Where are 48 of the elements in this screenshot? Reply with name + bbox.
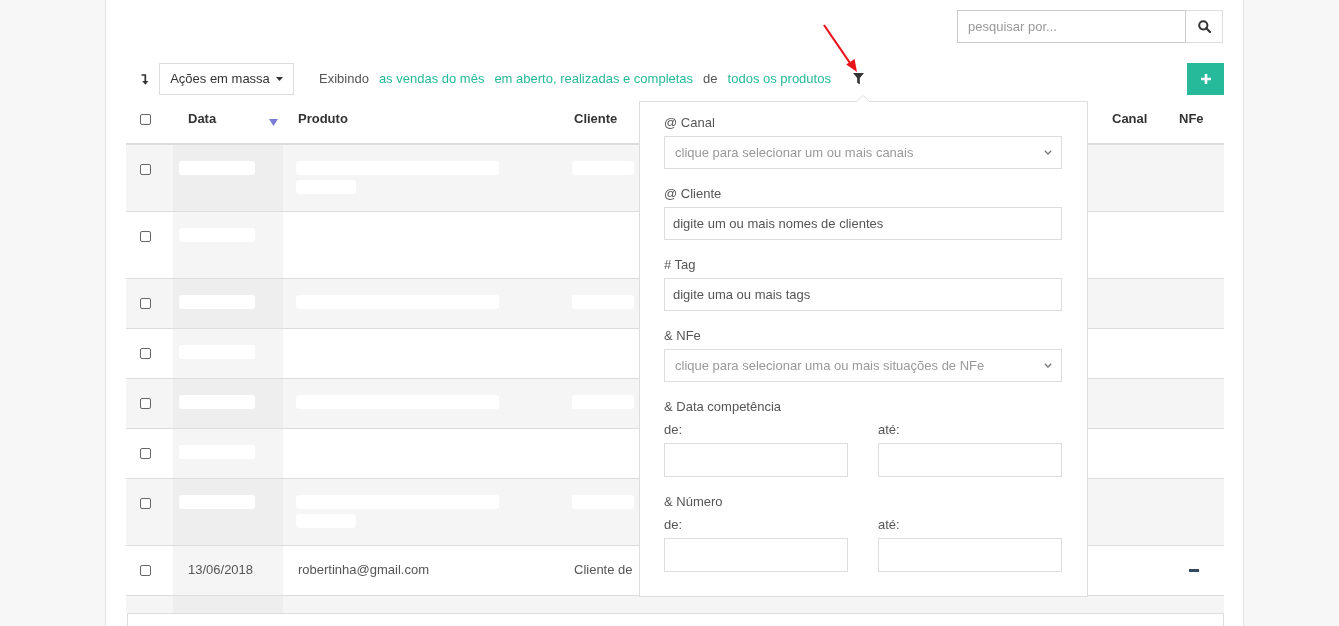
bulk-actions-button[interactable]: Ações em massa bbox=[159, 63, 294, 95]
sort-triangle-icon[interactable] bbox=[269, 119, 278, 126]
column-header[interactable]: Cliente bbox=[574, 111, 618, 127]
field-label: & Número bbox=[664, 493, 723, 511]
checkbox[interactable] bbox=[140, 498, 151, 509]
field-label: até: bbox=[878, 516, 900, 534]
sort-down-icon[interactable] bbox=[141, 73, 149, 85]
field-label: de: bbox=[664, 421, 683, 439]
field-label: de: bbox=[664, 516, 683, 534]
column-header[interactable]: NFe bbox=[1179, 111, 1204, 127]
dash-icon bbox=[1189, 569, 1199, 572]
text-input-field[interactable] bbox=[878, 538, 1062, 572]
checkbox[interactable] bbox=[140, 298, 151, 309]
field-label: & NFe bbox=[664, 327, 701, 345]
text-input-field[interactable] bbox=[664, 538, 848, 572]
filter-icon[interactable] bbox=[852, 73, 864, 85]
column-header[interactable]: Produto bbox=[298, 111, 348, 127]
text-input-field[interactable] bbox=[664, 443, 848, 477]
chevron-down-icon bbox=[1044, 150, 1052, 155]
annotation-arrow-icon bbox=[822, 23, 859, 73]
text-input-field[interactable]: digite um ou mais nomes de clientes bbox=[664, 207, 1062, 240]
summary-text: de bbox=[703, 70, 718, 89]
field-label: # Tag bbox=[664, 256, 696, 274]
chevron-down-icon bbox=[1044, 363, 1052, 368]
field-label: & Data competência bbox=[664, 398, 782, 416]
field-label: até: bbox=[878, 421, 900, 439]
checkbox[interactable] bbox=[140, 448, 151, 459]
column-header[interactable]: Canal bbox=[1112, 111, 1148, 127]
text-input-field[interactable]: digite uma ou mais tags bbox=[664, 278, 1062, 311]
checkbox[interactable] bbox=[140, 231, 151, 242]
checkbox[interactable] bbox=[140, 398, 151, 409]
date-text: 13/06/2018 bbox=[188, 562, 254, 578]
email-text: robertinha@gmail.com bbox=[298, 562, 429, 578]
checkbox[interactable] bbox=[140, 565, 151, 576]
checkbox[interactable] bbox=[140, 164, 151, 175]
client-text: Cliente de bbox=[574, 562, 633, 578]
checkbox[interactable] bbox=[140, 348, 151, 359]
plus-icon bbox=[1200, 74, 1211, 84]
column-header[interactable]: Data bbox=[188, 111, 217, 127]
search-button[interactable] bbox=[1186, 10, 1223, 43]
search-icon bbox=[1197, 20, 1211, 33]
search-field[interactable]: pesquisar por... bbox=[957, 10, 1186, 43]
caret-down-icon bbox=[275, 77, 283, 81]
text-input-field[interactable] bbox=[878, 443, 1062, 477]
field-label: @ Canal bbox=[664, 114, 715, 132]
checkbox[interactable] bbox=[140, 114, 151, 125]
summary-text: Exibindo bbox=[319, 70, 369, 89]
field-label: @ Cliente bbox=[664, 185, 722, 203]
